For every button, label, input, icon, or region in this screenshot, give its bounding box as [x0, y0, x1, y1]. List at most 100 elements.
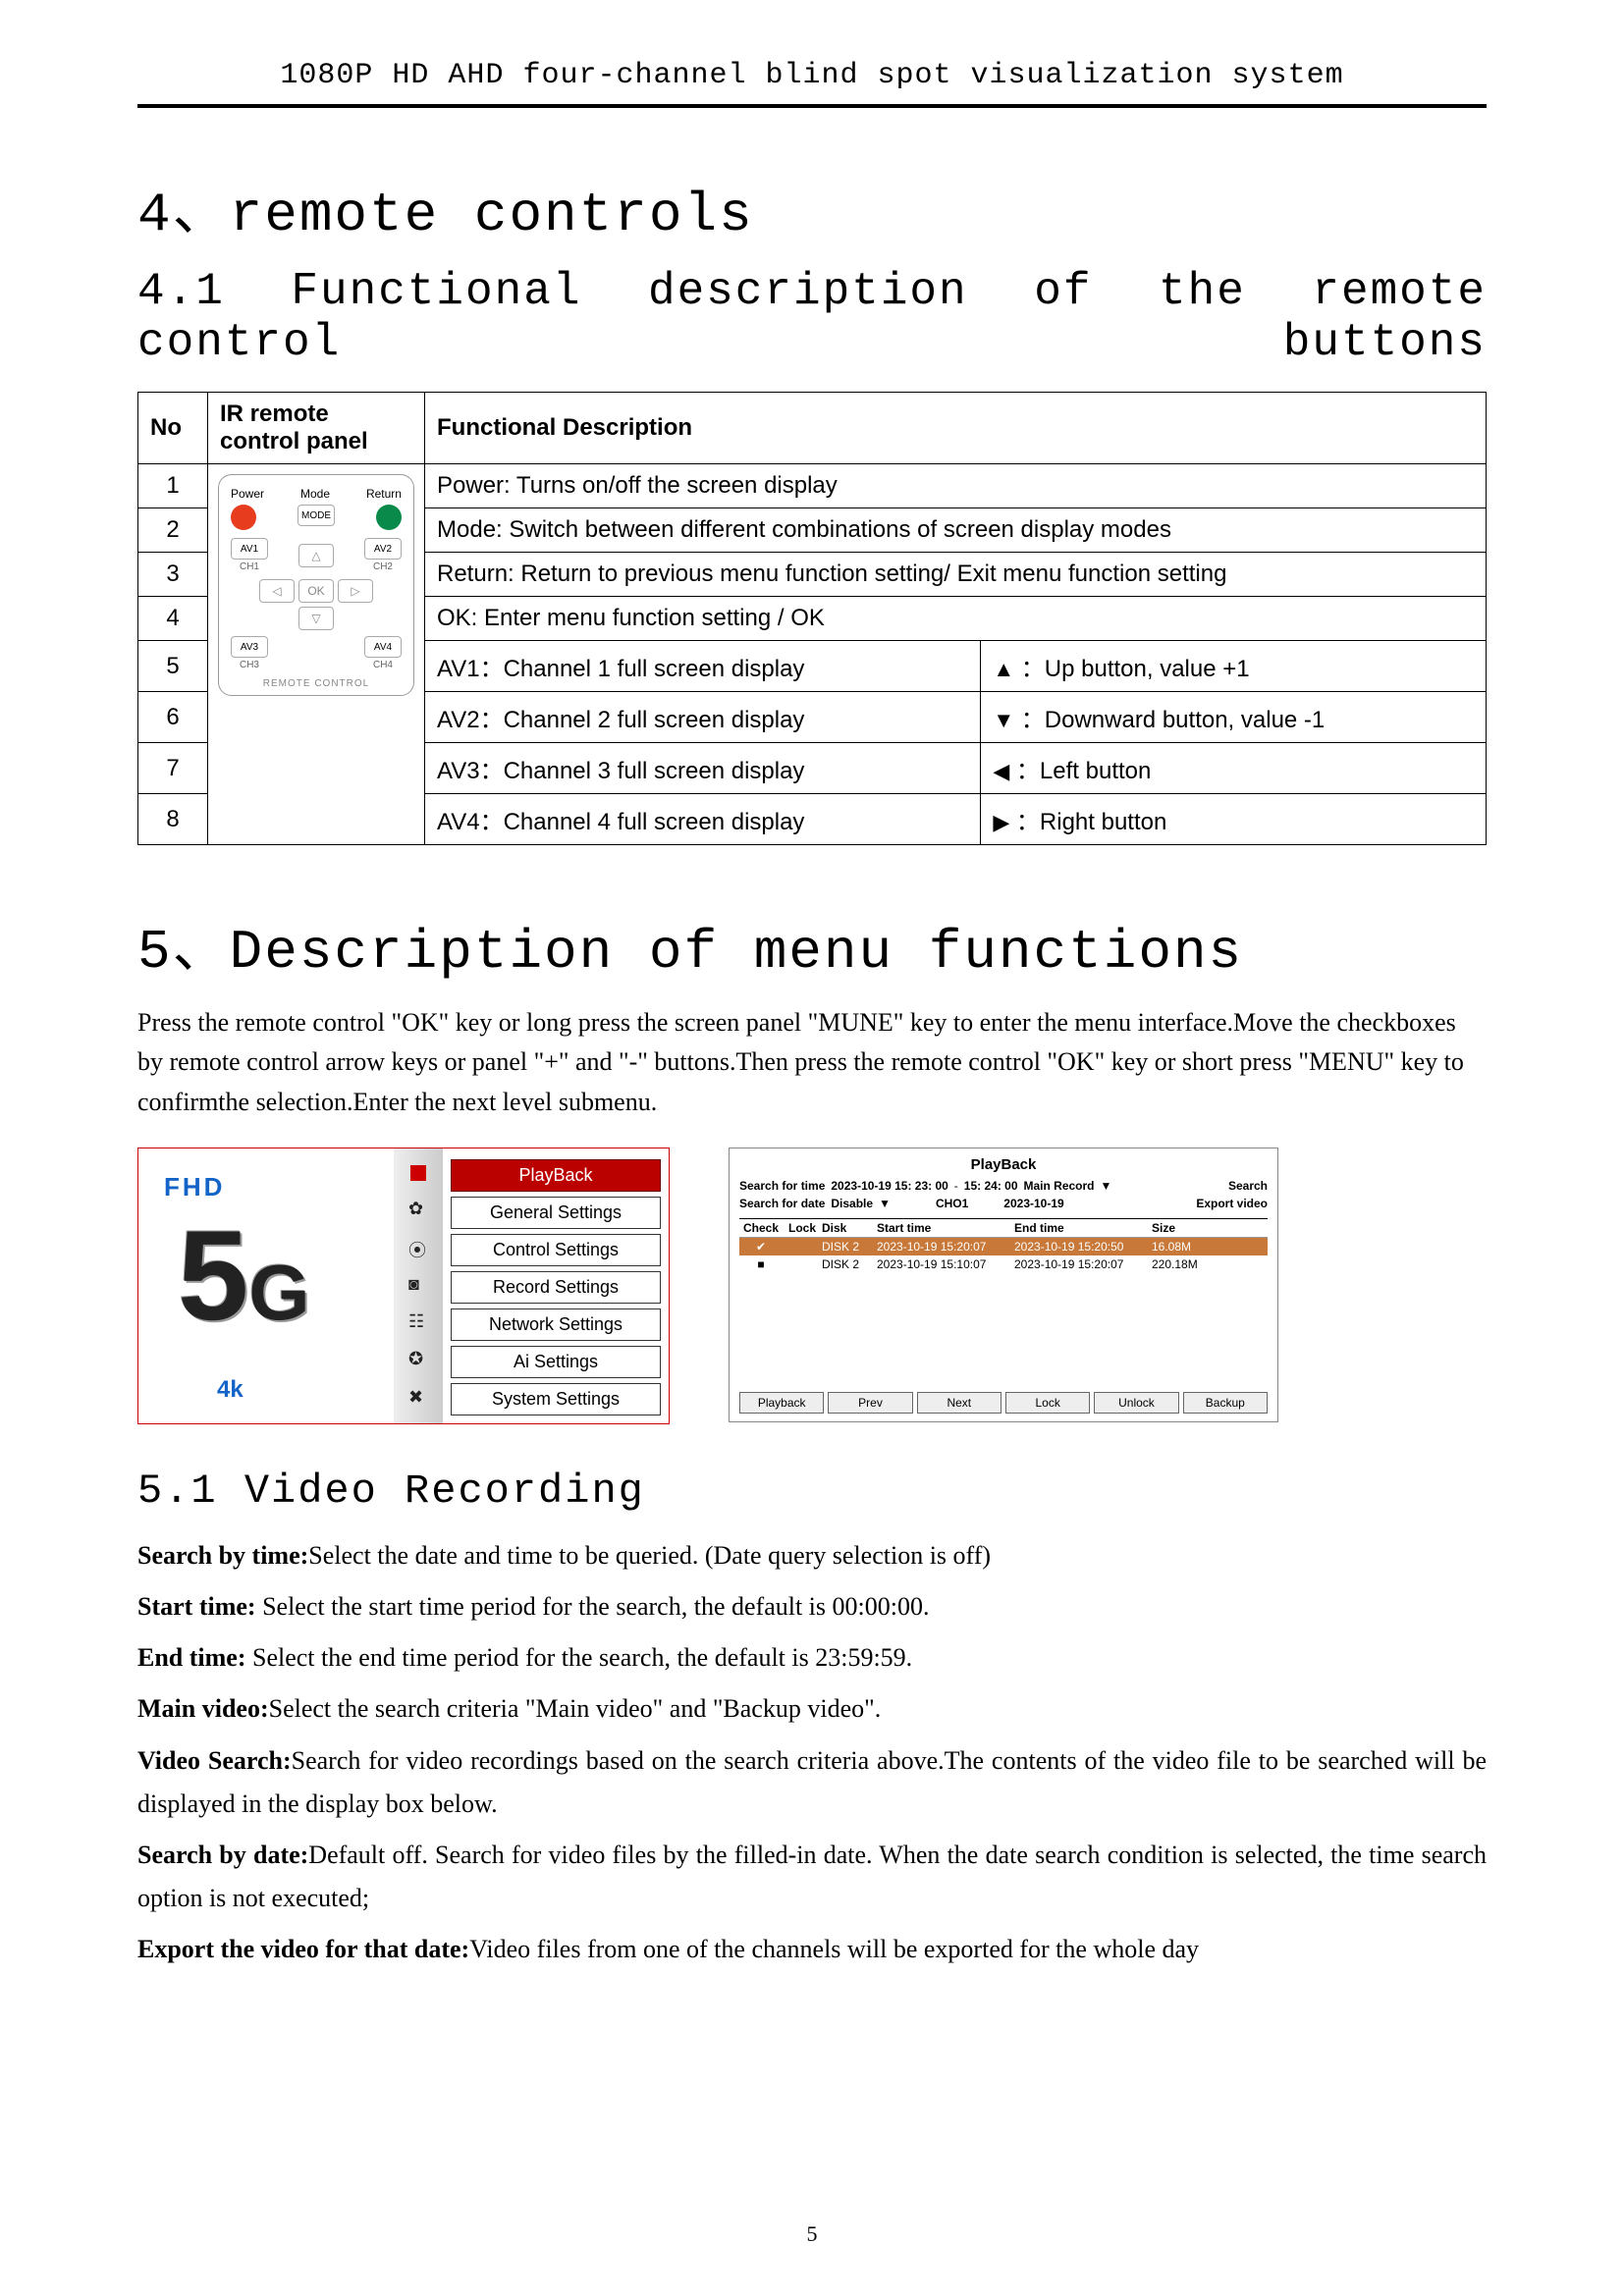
row-8-no: 8: [138, 794, 208, 845]
record-icon: ◙: [408, 1274, 428, 1294]
row-5-sd: ：Up button, value +1: [1021, 656, 1250, 682]
menu-item: System Settings: [451, 1383, 661, 1415]
main-menu-screenshot: FHD 5G 4k ✿ ⦿ ◙ ☷ ✪ ✖ PlayBackGeneral Se…: [137, 1148, 670, 1424]
search-btn: Search: [1228, 1179, 1268, 1193]
search-time-row: Search for time 2023-10-19 15: 23: 00 - …: [739, 1179, 1268, 1193]
row-8-desc: AV4：Channel 4 full screen display: [425, 794, 981, 845]
playback-button: Backup: [1183, 1392, 1268, 1414]
fhd-label: FHD: [164, 1172, 225, 1202]
disable-val: Disable: [831, 1197, 873, 1210]
date2-val: 2023-10-19: [1003, 1197, 1063, 1210]
row-6-desc: AV2：Channel 2 full screen display: [425, 692, 981, 743]
t1-val: 2023-10-19 15: 23: 00: [831, 1179, 947, 1193]
search-date-row: Search for date Disable ▼ CHO1 2023-10-1…: [739, 1197, 1268, 1210]
right-arrow-icon: ▶: [993, 810, 1009, 834]
playback-title: PlayBack: [739, 1156, 1268, 1173]
section-5-intro: Press the remote control "OK" key or lon…: [137, 1003, 1487, 1122]
control-icon: ⦿: [408, 1237, 428, 1256]
playback-button: Unlock: [1094, 1392, 1178, 1414]
lbl-mode: Mode: [300, 487, 330, 501]
row-4-desc: OK: Enter menu function setting / OK: [425, 597, 1487, 641]
sfd-label: Search for date: [739, 1197, 825, 1210]
row-5-desc: AV1：Channel 1 full screen display: [425, 641, 981, 692]
remote-panel-cell: PowerModeReturn MODE AV1CH1 △ AV2CH2 ◁OK…: [208, 464, 425, 845]
play-icon: [410, 1165, 426, 1181]
up-arrow-icon: ▲: [993, 657, 1014, 681]
av1-btn: AV1: [231, 538, 268, 560]
th-desc: Functional Description: [425, 393, 1487, 464]
export-btn: Export video: [1196, 1197, 1268, 1210]
row-6-sd: ：Downward button, value -1: [1021, 707, 1326, 733]
cho-val: CHO1: [936, 1197, 968, 1210]
lbl-power: Power: [231, 487, 264, 501]
row-7-sym: ◀ ：Left button: [981, 743, 1487, 794]
fiveg-icon: 5G: [178, 1201, 310, 1349]
menu-item: Record Settings: [451, 1271, 661, 1304]
playback-buttons: PlaybackPrevNextLockUnlockBackup: [739, 1392, 1268, 1414]
screenshots-row: FHD 5G 4k ✿ ⦿ ◙ ☷ ✪ ✖ PlayBackGeneral Se…: [137, 1148, 1487, 1424]
definition-item: Main video:Select the search criteria "M…: [137, 1687, 1487, 1731]
remote-panel-diagram: PowerModeReturn MODE AV1CH1 △ AV2CH2 ◁OK…: [218, 474, 414, 696]
row-6-no: 6: [138, 692, 208, 743]
main-record: Main Record: [1024, 1179, 1095, 1193]
av2-btn: AV2: [364, 538, 402, 560]
definition-item: Video Search:Search for video recordings…: [137, 1739, 1487, 1826]
av3-btn: AV3: [231, 636, 268, 658]
dash: -: [954, 1179, 958, 1193]
th-check: Check: [739, 1221, 783, 1235]
row-8-sd: ：Right button: [1016, 809, 1166, 835]
section-5-title: 5、Description of menu functions: [137, 904, 1487, 984]
definitions-list: Search by time:Select the date and time …: [137, 1534, 1487, 1972]
down-icon: ▽: [298, 607, 334, 630]
playback-row: ✔DISK 22023-10-19 15:20:072023-10-19 15:…: [739, 1238, 1268, 1255]
remote-table: No IR remote control panel Functional De…: [137, 392, 1487, 845]
section-4-1-title: 4.1 Functional description of the remote…: [137, 266, 1487, 368]
th-panel: IR remote control panel: [208, 393, 425, 464]
tools-icon: ✖: [408, 1387, 428, 1407]
lbl-return: Return: [366, 487, 402, 501]
definition-item: End time: Select the end time period for…: [137, 1636, 1487, 1680]
row-8-sym: ▶ ：Right button: [981, 794, 1487, 845]
page-header: 1080P HD AHD four-channel blind spot vis…: [137, 59, 1487, 108]
ch2-lbl: CH2: [373, 561, 393, 572]
ch3-lbl: CH3: [240, 660, 259, 670]
t2-val: 15: 24: 00: [964, 1179, 1018, 1193]
definition-item: Search by date:Default off. Search for v…: [137, 1834, 1487, 1920]
row-2-desc: Mode: Switch between different combinati…: [425, 508, 1487, 553]
row-2-no: 2: [138, 508, 208, 553]
definition-item: Export the video for that date:Video fil…: [137, 1928, 1487, 1971]
ch4-lbl: CH4: [373, 660, 393, 670]
menu-item: Ai Settings: [451, 1346, 661, 1378]
ch1-lbl: CH1: [240, 561, 259, 572]
ai-icon: ✪: [408, 1349, 428, 1368]
down-arrow-icon: ▼: [993, 708, 1014, 732]
definition-item: Start time: Select the start time period…: [137, 1585, 1487, 1629]
th-no: No: [138, 393, 208, 464]
th-start: Start time: [877, 1221, 1014, 1235]
sft-label: Search for time: [739, 1179, 825, 1193]
ok-btn: OK: [298, 579, 334, 603]
mode-button-icon: MODE: [298, 505, 335, 526]
row-7-desc: AV3：Channel 3 full screen display: [425, 743, 981, 794]
page-number: 5: [0, 2221, 1624, 2247]
menu-item: Control Settings: [451, 1234, 661, 1266]
th-disk: Disk: [822, 1221, 877, 1235]
row-5-sym: ▲ ：Up button, value +1: [981, 641, 1487, 692]
row-1-no: 1: [138, 464, 208, 508]
section-4-title: 4、remote controls: [137, 167, 1487, 246]
row-1-desc: Power: Turns on/off the screen display: [425, 464, 1487, 508]
av4-btn: AV4: [364, 636, 402, 658]
th-size: Size: [1152, 1221, 1211, 1235]
dropdown-icon: ▼: [1101, 1179, 1112, 1193]
menu-item: PlayBack: [451, 1159, 661, 1192]
row-7-sd: ：Left button: [1016, 758, 1151, 784]
gear-icon: ✿: [408, 1199, 428, 1218]
playback-button: Next: [917, 1392, 1001, 1414]
dropdown-icon-2: ▼: [879, 1197, 891, 1210]
th-end: End time: [1014, 1221, 1152, 1235]
row-5-no: 5: [138, 641, 208, 692]
menu-items: PlayBackGeneral SettingsControl Settings…: [443, 1148, 669, 1423]
row-4-no: 4: [138, 597, 208, 641]
remote-footer: REMOTE CONTROL: [227, 678, 406, 689]
menu-item: Network Settings: [451, 1308, 661, 1341]
